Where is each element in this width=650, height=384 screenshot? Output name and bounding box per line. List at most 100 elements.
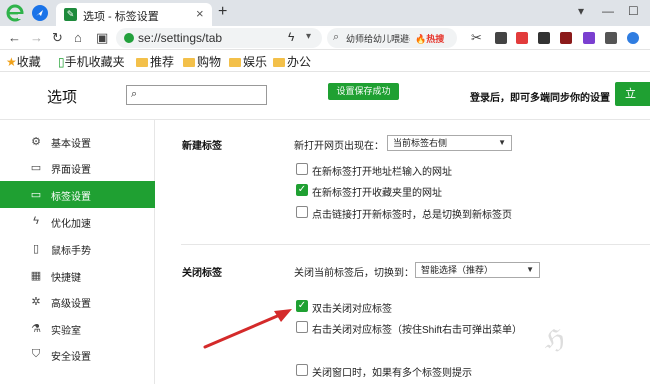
search-icon: ⌕ (333, 31, 340, 43)
switch-after-close-label: 关闭当前标签后，切换到： (294, 268, 414, 279)
section-title-new-tab: 新建标签 (182, 141, 222, 152)
sidebar-item-mouse[interactable]: ▯ 鼠标手势 (0, 235, 155, 262)
lock-icon[interactable]: ▣ (96, 30, 108, 46)
option-label: 右击关闭对应标签（按住Shift右击可弹出菜单） (312, 325, 523, 336)
forward-icon[interactable]: → (30, 30, 43, 45)
new-tab-button[interactable]: + (218, 3, 227, 21)
sidebar-item-label: 实验室 (51, 326, 81, 337)
option-label: 在新标签打开收藏夹里的网址 (312, 188, 442, 199)
sidebar-item-speed[interactable]: ϟ 优化加速 (0, 208, 155, 235)
folder-icon (229, 58, 241, 67)
bookmark-mobile[interactable]: ▯手机收藏夹 (58, 53, 125, 70)
sidebar-item-label: 优化加速 (51, 219, 91, 230)
extension-icon[interactable] (627, 32, 639, 44)
address-text[interactable]: se://settings/tab (138, 31, 222, 45)
reload-icon[interactable]: ↻ (52, 30, 63, 46)
game-extension-icon[interactable] (516, 32, 528, 44)
option-label: 双击关闭对应标签 (312, 304, 392, 315)
annotation-arrow (203, 309, 292, 349)
hot-search-badge[interactable]: 🔥热搜 (415, 32, 444, 45)
option-switch-to-new-tab-checkbox[interactable] (296, 206, 308, 218)
settings-sidebar: ⚙ 基本设置 ▭ 界面设置 ▭ 标签设置 ϟ 优化加速 ▯ 鼠标手势 ▦ 快捷键… (0, 120, 155, 384)
switch-after-close-select[interactable]: 智能选择（推荐） ▼ (415, 262, 540, 278)
sidebar-item-tabs[interactable]: ▭ 标签设置 (0, 181, 155, 208)
sidebar-item-advanced[interactable]: ✲ 高级设置 (0, 288, 155, 315)
watermark: ℌ (545, 325, 565, 355)
minimize-button[interactable]: — (602, 4, 614, 18)
sidebar-item-shortcuts[interactable]: ▦ 快捷键 (0, 262, 155, 289)
window-icon: ▭ (30, 162, 42, 174)
keyboard-icon: ▦ (30, 270, 42, 282)
secure-shield-icon (124, 33, 134, 43)
gear-icon: ⚙ (31, 136, 41, 148)
chevron-down-icon[interactable]: ▾ (306, 31, 311, 42)
tab-icon: ▭ (30, 189, 42, 201)
sidebar-item-interface[interactable]: ▭ 界面设置 (0, 154, 155, 181)
extension-icon[interactable] (583, 32, 595, 44)
option-label: 在新标签打开地址栏输入的网址 (312, 167, 452, 178)
search-suggestion[interactable]: 幼师给幼儿喂避孕 (346, 32, 410, 45)
phone-icon: ▯ (58, 55, 65, 69)
toolbar: ← → ↻ ⌂ ▣ se://settings/tab ϟ ▾ ⌕ 幼师给幼儿喂… (0, 26, 650, 50)
pin-icon[interactable]: ▾ (578, 4, 584, 18)
tab-active[interactable]: ✎ 选项 - 标签设置 × (56, 3, 212, 26)
address-bar[interactable]: se://settings/tab ϟ ▾ (116, 28, 322, 48)
option-open-address-new-tab-checkbox[interactable] (296, 163, 308, 175)
sidebar-item-basic[interactable]: ⚙ 基本设置 (0, 128, 155, 155)
star-icon: ★ (6, 55, 17, 69)
maximize-button[interactable]: ☐ (628, 4, 639, 18)
settings-icon: ✲ (31, 296, 41, 308)
speed-mode-icon[interactable]: ϟ (288, 30, 294, 44)
bookmark-recommend[interactable]: 推荐 (136, 53, 174, 70)
option-warn-multiple-tabs-checkbox[interactable] (296, 364, 308, 376)
sidebar-item-label: 鼠标手势 (51, 246, 91, 257)
sidebar-item-security[interactable]: ⛉ 安全设置 (0, 341, 155, 368)
mouse-icon: ▯ (32, 243, 40, 255)
lab-icon: ⚗ (31, 323, 41, 335)
folder-icon (183, 58, 195, 67)
bookmark-office[interactable]: 办公 (273, 53, 311, 70)
settings-header: 选项 ⌕ 设置保存成功 登录后，即可多端同步你的设置 立 (0, 72, 650, 120)
open-position-select[interactable]: 当前标签右侧 ▼ (387, 135, 512, 151)
search-box[interactable]: ⌕ 幼师给幼儿喂避孕 🔥热搜 (327, 28, 457, 48)
sidebar-item-label: 标签设置 (51, 192, 91, 203)
bookmarks-bar: ★收藏 ▯手机收藏夹 推荐 购物 娱乐 办公 (0, 50, 650, 72)
option-label: 点击链接打开新标签时，总是切换到新标签页 (312, 210, 512, 221)
scissors-icon[interactable]: ✂ (471, 30, 482, 46)
sidebar-item-lab[interactable]: ⚗ 实验室 (0, 315, 155, 342)
extension-icon[interactable] (495, 32, 507, 44)
tab-title: 选项 - 标签设置 (83, 11, 159, 23)
section-title-close-tab: 关闭标签 (182, 268, 222, 279)
back-icon[interactable]: ← (8, 30, 21, 45)
tab-strip: ✎ 选项 - 标签设置 × + ▾ — ☐ (0, 0, 650, 26)
sidebar-item-label: 快捷键 (51, 273, 81, 284)
saved-toast: 设置保存成功 (328, 83, 399, 100)
option-label: 关闭窗口时，如果有多个标签则提示 (312, 368, 472, 379)
home-icon[interactable]: ⌂ (74, 30, 82, 45)
folder-icon (136, 58, 148, 67)
settings-tab-icon: ✎ (64, 8, 77, 21)
sidebar-item-label: 界面设置 (51, 165, 91, 176)
chevron-down-icon: ▼ (526, 265, 534, 274)
bookmark-entertainment[interactable]: 娱乐 (229, 53, 267, 70)
bookmark-favorites[interactable]: ★收藏 (6, 53, 41, 70)
page-title: 选项 (47, 89, 78, 106)
extension-icon[interactable] (560, 32, 572, 44)
navigation-icon[interactable] (32, 5, 48, 21)
bolt-icon: ϟ (33, 215, 39, 227)
sidebar-item-label: 基本设置 (51, 139, 91, 150)
browser-logo-icon (6, 4, 24, 22)
tab-close-button[interactable]: × (196, 6, 204, 21)
search-icon: ⌕ (131, 88, 138, 100)
extension-icon[interactable] (538, 32, 550, 44)
folder-icon (273, 58, 285, 67)
chevron-down-icon: ▼ (498, 138, 506, 147)
bookmark-shopping[interactable]: 购物 (183, 53, 221, 70)
sidebar-item-label: 安全设置 (51, 352, 91, 363)
login-button[interactable]: 立 (615, 82, 650, 106)
open-position-label: 新打开网页出现在： (294, 141, 384, 152)
sidebar-item-label: 高级设置 (51, 299, 91, 310)
extension-icon[interactable] (605, 32, 617, 44)
option-open-favorites-new-tab-checkbox[interactable]: ✓ (296, 184, 308, 196)
settings-search-input[interactable]: ⌕ (126, 85, 267, 105)
